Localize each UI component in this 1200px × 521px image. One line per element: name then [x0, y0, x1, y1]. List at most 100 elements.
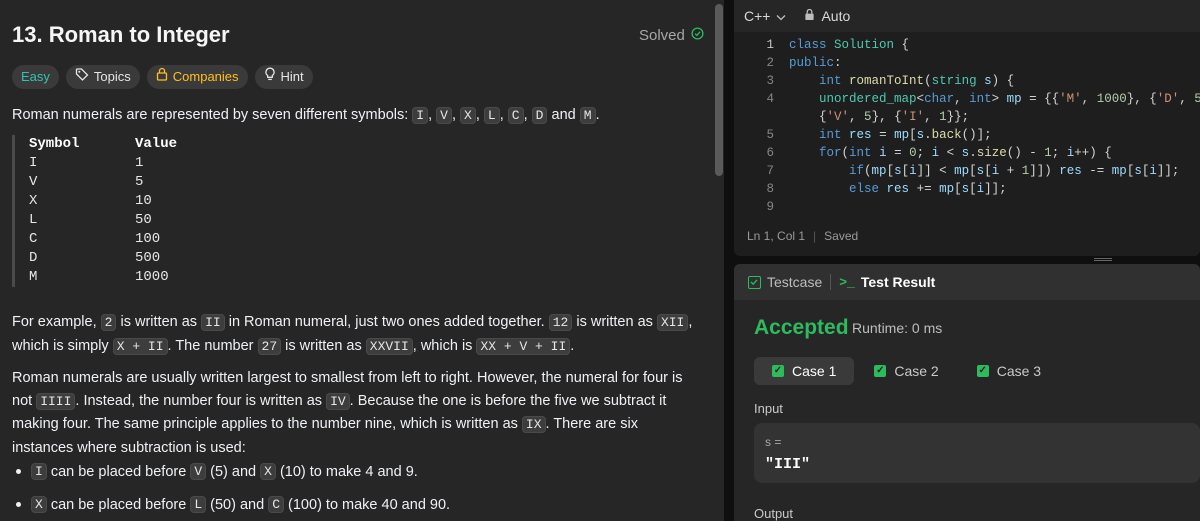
inline-code: II [201, 314, 225, 331]
case-tabs: ✓ Case 1 ✓ Case 2 ✓ Case 3 [754, 357, 1059, 385]
inline-code: IX [521, 416, 546, 433]
tag-row: Easy Topics Companies Hint [12, 65, 313, 89]
inline-code: L [190, 496, 207, 513]
right-panel: C++ Auto 1 2 3 4 5 6 7 8 9 class Solutio… [734, 0, 1200, 521]
tab-testcase-label: Testcase [767, 274, 823, 290]
example-text: is written as [281, 337, 366, 354]
description-scrollbar[interactable] [714, 0, 724, 521]
inline-code: IV [326, 392, 350, 410]
symbol-code: V [436, 107, 452, 124]
mode-label: Auto [821, 8, 851, 24]
tab-testcase[interactable]: Testcase [748, 274, 822, 290]
bullet-text: (100) to make 40 and 90. [284, 496, 451, 513]
inline-code: XX + V + II [476, 337, 571, 355]
cell-value: 10 [135, 193, 152, 209]
check-circle-icon [691, 27, 704, 44]
code-line: int res = mp[s.back()]; [819, 128, 992, 142]
code-line: int romanToInt(string s) { [819, 74, 1015, 88]
companies-label: Companies [172, 69, 239, 84]
line-number: 2 [766, 56, 774, 70]
code-line: if(mp[s[i]] < mp[s[i + 1]]) res -= mp[s[… [849, 164, 1180, 178]
cell-value: 500 [135, 250, 161, 266]
checkbox-icon [748, 275, 761, 289]
intro-end: . [595, 107, 600, 123]
code-editor[interactable]: C++ Auto 1 2 3 4 5 6 7 8 9 class Solutio… [734, 0, 1200, 256]
inline-code: X + II [112, 337, 168, 355]
table-row: M 1000 [29, 268, 702, 287]
example-paragraph: For example, 2 is written as II in Roman… [12, 311, 702, 358]
symbol-code: M [579, 107, 596, 124]
check-square-icon: ✓ [874, 365, 887, 377]
case-tab-1[interactable]: ✓ Case 1 [754, 357, 855, 385]
order-paragraph: Roman numerals are usually written large… [12, 367, 702, 459]
symbol-code: D [531, 107, 548, 124]
autocomplete-mode[interactable]: Auto [804, 8, 850, 24]
line-number: 6 [766, 146, 774, 160]
topics-tag[interactable]: Topics [65, 65, 140, 89]
table-header: Symbol Value [29, 135, 702, 154]
line-number: 3 [766, 74, 774, 88]
problem-title: 13. Roman to Integer [12, 22, 230, 47]
bullet-text: can be placed before [46, 496, 191, 513]
scrollbar-thumb[interactable] [715, 4, 723, 176]
table-row: L 50 [29, 211, 702, 230]
companies-tag[interactable]: Companies [146, 65, 248, 89]
chevron-down-icon [776, 8, 786, 24]
line-number: 5 [766, 128, 774, 142]
intro-paragraph: Roman numerals are represented by seven … [12, 107, 600, 124]
cell-symbol: I [29, 155, 38, 171]
cell-value: 100 [135, 231, 161, 247]
inline-code: XII [656, 314, 689, 331]
status-divider: | [813, 229, 817, 243]
tab-test-result-label: Test Result [860, 274, 936, 290]
input-box: s = "III" [754, 423, 1200, 483]
symbol-value-table: Symbol Value I1 V5 X 10 L 50 C 100 D 500 M 10… [12, 135, 702, 287]
case-tab-2[interactable]: ✓ Case 2 [856, 357, 956, 385]
case-tab-3[interactable]: ✓ Case 3 [959, 357, 1059, 385]
input-value: "III" [765, 456, 811, 473]
header-value: Value [135, 136, 178, 152]
cell-value: 1000 [135, 269, 169, 285]
example-text: For example, [12, 314, 101, 330]
code-line: {'V', 5}, {'I', 1}}; [789, 110, 970, 124]
difficulty-label: Easy [21, 69, 50, 84]
problem-panel: 13. Roman to Integer Solved Easy Topics … [0, 0, 720, 521]
vertical-resize-handle[interactable] [1094, 258, 1112, 261]
hint-tag[interactable]: Hint [254, 65, 313, 89]
symbol-code: I [412, 107, 429, 124]
check-square-icon: ✓ [772, 365, 784, 377]
case-label: Case 2 [894, 363, 939, 379]
line-number: 9 [766, 200, 774, 214]
cell-symbol: D [29, 250, 38, 266]
inline-code: 27 [257, 337, 282, 355]
example-text: is written as [572, 314, 657, 330]
result-tabs: Testcase >_ Test Result [734, 264, 1200, 300]
symbol-code: C [507, 107, 524, 124]
cell-value: 1 [135, 155, 144, 171]
table-row: C 100 [29, 230, 702, 249]
bullet-text: (10) to make 4 and 9. [275, 463, 418, 480]
bullet-text: can be placed before [46, 463, 191, 480]
cell-symbol: C [29, 231, 38, 247]
topics-label: Topics [93, 69, 131, 84]
order-text: . Instead, the number four is written as [75, 392, 327, 409]
line-number: 1 [766, 38, 774, 52]
app: 13. Roman to Integer Solved Easy Topics … [0, 0, 1200, 521]
panel-resize-gutter[interactable] [724, 0, 734, 521]
cursor-position: Ln 1, Col 1 [747, 229, 806, 243]
inline-code: 2 [100, 314, 117, 331]
input-label: Input [754, 401, 783, 416]
language-select[interactable]: C++ [744, 8, 786, 24]
runtime-label: Runtime: 0 ms [852, 320, 943, 336]
list-item: I can be placed before V (5) and X (10) … [12, 463, 418, 480]
lock-icon [804, 8, 815, 24]
difficulty-tag[interactable]: Easy [12, 65, 59, 89]
inline-code: I [31, 463, 47, 480]
result-panel: Testcase >_ Test Result Accepted Runtime… [734, 264, 1200, 521]
example-text: in Roman numeral, just two ones added to… [224, 314, 549, 330]
editor-toolbar: C++ Auto [734, 0, 1200, 32]
table-row: V5 [29, 173, 702, 192]
intro-text: Roman numerals are represented by seven … [12, 107, 413, 123]
check-square-icon: ✓ [976, 365, 989, 377]
tab-test-result[interactable]: >_ Test Result [839, 274, 935, 290]
